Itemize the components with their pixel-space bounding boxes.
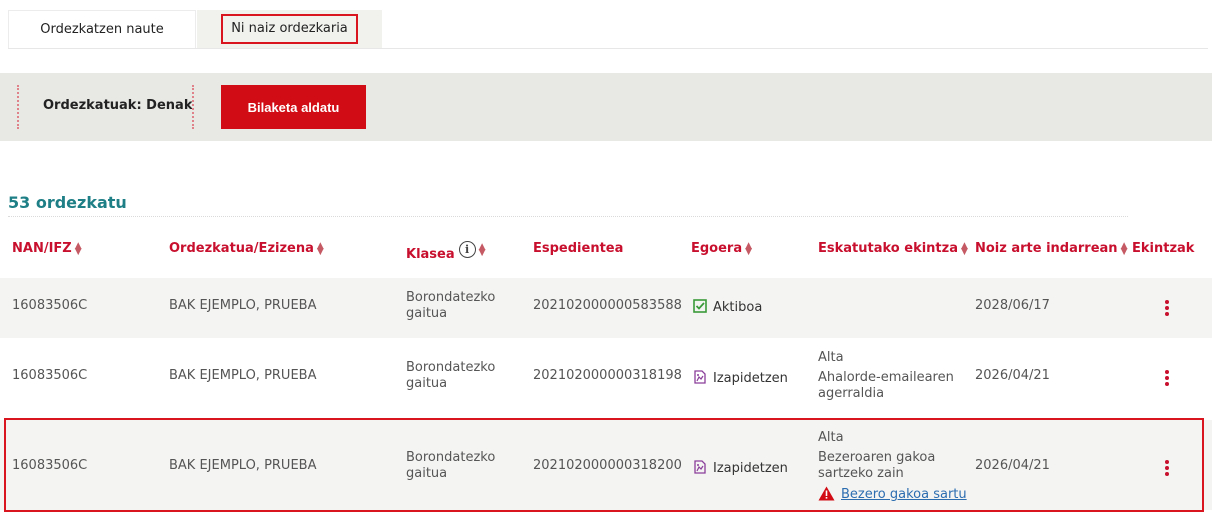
- row-status: Izapidetzen: [693, 370, 788, 386]
- table-row: 16083506C BAK EJEMPLO, PRUEBA Borondatez…: [0, 338, 1212, 418]
- row-action-type: Alta: [818, 350, 844, 365]
- row-class: Borondatezko gaitua: [406, 290, 495, 322]
- divider: [8, 216, 1128, 217]
- row-nan: 16083506C: [12, 298, 88, 313]
- processing-document-icon: [694, 370, 706, 384]
- header-file: Espedientea: [533, 241, 624, 256]
- tab-i-am-representative-label: Ni naiz ordezkaria: [221, 14, 358, 44]
- row-action-line: agerraldia: [818, 386, 885, 401]
- row-file: 202102000000318198: [533, 368, 682, 383]
- row-class-line: Borondatezko: [406, 360, 496, 375]
- tab-i-am-representative[interactable]: Ni naiz ordezkaria: [197, 10, 382, 48]
- tab-represented-by[interactable]: Ordezkatzen naute: [8, 10, 196, 48]
- row-status-label: Aktiboa: [713, 300, 763, 315]
- results-count: 53 ordezkatu: [8, 193, 127, 212]
- row-class-line: Borondatezko: [406, 290, 496, 305]
- filter-summary: Ordezkatuak: Denak: [43, 98, 193, 113]
- row-valid-until: 2026/04/21: [975, 368, 1050, 383]
- row-requested-action: Alta Ahalorde-emailearen agerraldia: [818, 350, 954, 402]
- row-class-line: gaitua: [406, 376, 448, 391]
- header-class-label: Klasea: [406, 247, 455, 262]
- header-valid-until-label: Noiz arte indarrean: [975, 241, 1118, 256]
- row-nan: 16083506C: [12, 368, 88, 383]
- header-actions: Ekintzak: [1132, 241, 1195, 256]
- header-requested-action-label: Eskatutako ekintza: [818, 241, 958, 256]
- highlight-box: [4, 418, 1204, 512]
- more-actions-icon[interactable]: [1165, 298, 1171, 318]
- header-class[interactable]: Klasea i ▲ ▼: [406, 241, 486, 262]
- row-valid-until: 2028/06/17: [975, 298, 1050, 313]
- table-row: 16083506C BAK EJEMPLO, PRUEBA Borondatez…: [0, 278, 1212, 338]
- header-requested-action[interactable]: Eskatutako ekintza ▲ ▼: [818, 241, 968, 256]
- header-valid-until[interactable]: Noiz arte indarrean ▲ ▼: [975, 241, 1127, 256]
- header-nan-label: NAN/IFZ: [12, 241, 72, 256]
- sort-icon[interactable]: ▲ ▼: [961, 241, 968, 256]
- sort-icon[interactable]: ▲ ▼: [317, 241, 324, 256]
- row-name: BAK EJEMPLO, PRUEBA: [169, 368, 317, 383]
- sort-icon[interactable]: ▲ ▼: [745, 241, 752, 256]
- sort-icon[interactable]: ▲ ▼: [75, 241, 82, 256]
- row-name: BAK EJEMPLO, PRUEBA: [169, 298, 317, 313]
- header-status[interactable]: Egoera ▲ ▼: [691, 241, 752, 256]
- row-file: 202102000000583588: [533, 298, 682, 313]
- header-name[interactable]: Ordezkatua/Ezizena ▲ ▼: [169, 241, 324, 256]
- tab-bar: Ordezkatzen naute Ni naiz ordezkaria: [8, 10, 1208, 49]
- more-actions-icon[interactable]: [1165, 368, 1171, 388]
- row-status-label: Izapidetzen: [713, 371, 788, 386]
- header-nan[interactable]: NAN/IFZ ▲ ▼: [12, 241, 82, 256]
- row-status: Aktiboa: [693, 299, 762, 315]
- row-class: Borondatezko gaitua: [406, 360, 495, 392]
- divider: [192, 85, 194, 129]
- check-icon: [693, 299, 707, 313]
- row-class-line: gaitua: [406, 306, 448, 321]
- info-icon[interactable]: i: [458, 241, 476, 258]
- divider: [17, 85, 19, 129]
- header-status-label: Egoera: [691, 241, 743, 256]
- sort-icon[interactable]: ▲ ▼: [1121, 241, 1128, 256]
- header-name-label: Ordezkatua/Ezizena: [169, 241, 314, 256]
- filter-bar: Ordezkatuak: Denak Bilaketa aldatu: [0, 73, 1212, 141]
- row-action-line: Ahalorde-emailearen: [818, 370, 954, 385]
- sort-icon[interactable]: ▲ ▼: [479, 242, 486, 257]
- change-search-button[interactable]: Bilaketa aldatu: [221, 85, 366, 129]
